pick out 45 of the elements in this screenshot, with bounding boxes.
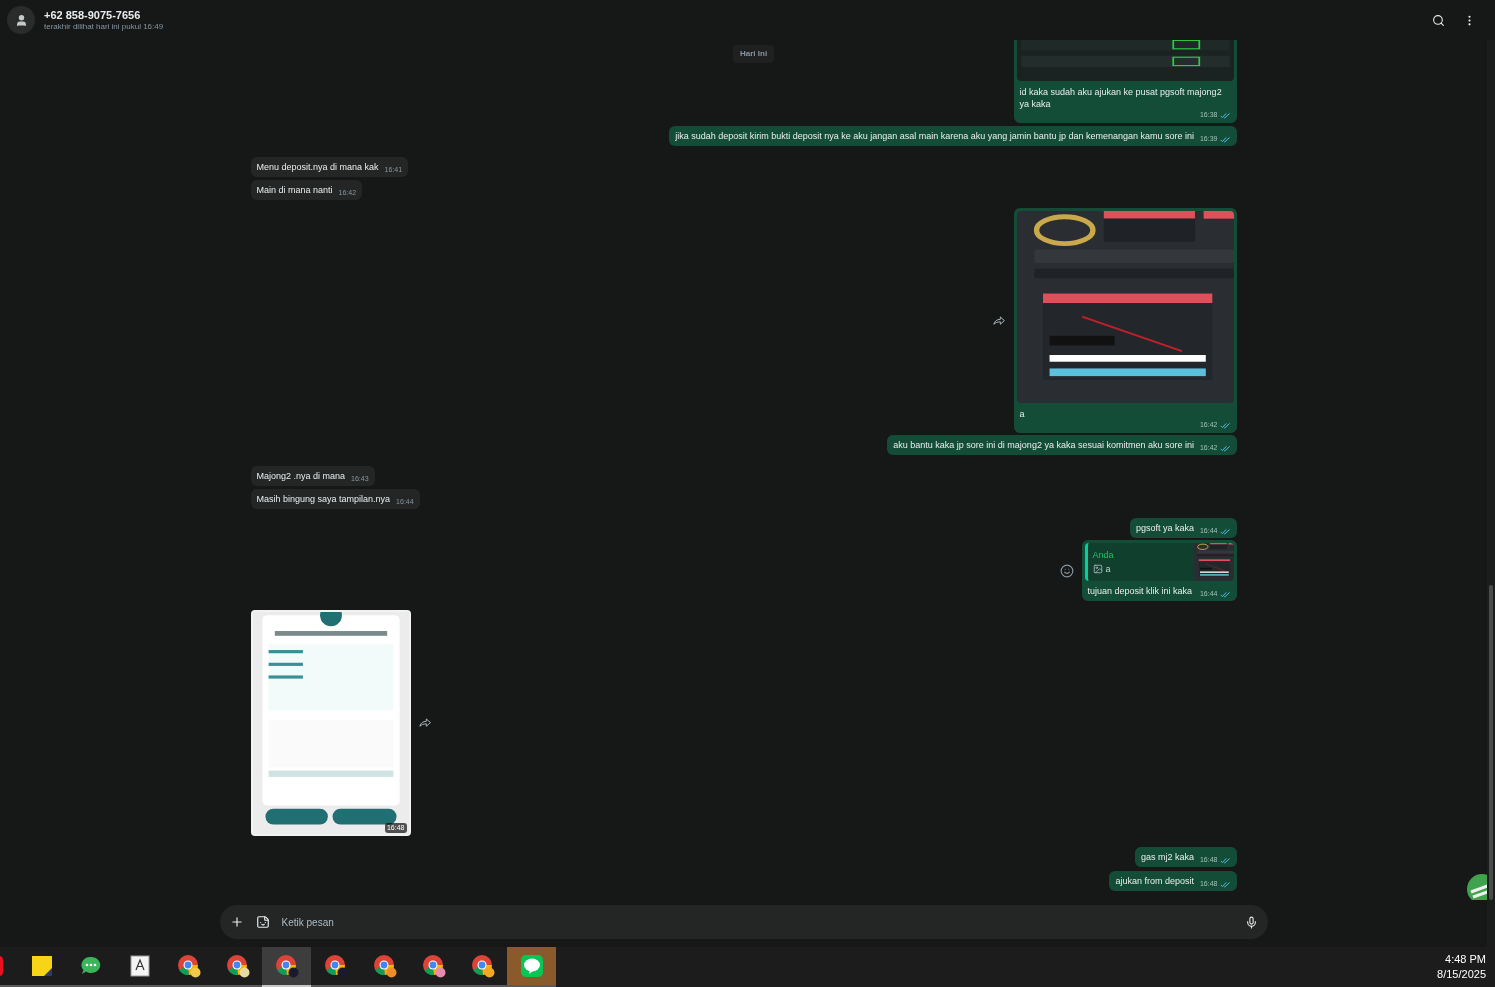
message-input[interactable]: Ketik pesan bbox=[281, 914, 1233, 930]
sticky-note-icon bbox=[30, 955, 53, 977]
photo-icon bbox=[1092, 564, 1103, 574]
search-icon[interactable] bbox=[1432, 13, 1445, 27]
last-seen-status: terakhir dilihat hari ini pukul 16:49 bbox=[44, 22, 164, 32]
microphone-icon[interactable] bbox=[1244, 915, 1258, 929]
message-text: Masih bingung saya tampilan.nya bbox=[256, 493, 391, 505]
message-text: gas mj2 kaka bbox=[1140, 851, 1194, 863]
quoted-message[interactable]: Anda a bbox=[1084, 543, 1234, 581]
clock-date[interactable]: 8/15/2025 bbox=[1437, 967, 1486, 982]
add-icon[interactable] bbox=[229, 915, 244, 929]
browser-icon bbox=[323, 954, 348, 978]
message-text: ajukan from deposit bbox=[1115, 875, 1194, 887]
message-text: Majong2 .nya di mana bbox=[256, 470, 346, 482]
scrollbar[interactable] bbox=[1487, 40, 1495, 947]
quote-text: a bbox=[1105, 563, 1111, 575]
browser-icon bbox=[225, 954, 250, 978]
forward-icon[interactable] bbox=[992, 315, 1006, 326]
person-icon bbox=[14, 13, 28, 27]
message-text: jika sudah deposit kirim bukti deposit nya ke aku jangan asal main karena aku yang jamin bantu jp dan kemenangan kamu sore ini bbox=[675, 130, 1194, 142]
sticker-icon[interactable] bbox=[255, 915, 270, 929]
message-text: pgsoft ya kaka bbox=[1135, 522, 1194, 534]
contact-name[interactable]: +62 858-9075-7656 bbox=[44, 8, 164, 22]
message-text: id kaka sudah aku ajukan ke pusat pgsoft majong2 ya kaka bbox=[1019, 86, 1223, 110]
browser-icon bbox=[274, 954, 299, 978]
browser-icon bbox=[372, 954, 397, 978]
contact-avatar[interactable] bbox=[7, 6, 35, 34]
message-text: Main di mana nanti bbox=[256, 184, 333, 196]
date-chip: Hari Ini bbox=[733, 45, 775, 63]
message-text: a bbox=[1019, 408, 1026, 420]
taskbar-app[interactable] bbox=[507, 947, 556, 987]
forward-icon[interactable] bbox=[418, 718, 432, 728]
message-text: tujuan deposit klik ini kaka bbox=[1087, 585, 1193, 597]
message-text: aku bantu kaka jp sore ini di majong2 ya kaka sesuai komitmen aku sore ini bbox=[893, 439, 1194, 451]
browser-icon bbox=[176, 954, 201, 978]
browser-icon bbox=[470, 954, 495, 978]
emoji-icon[interactable] bbox=[1059, 563, 1074, 578]
message-field[interactable]: Ketik pesan bbox=[219, 905, 1268, 939]
browser-icon bbox=[421, 954, 446, 978]
message-text: Menu deposit.nya di mana kak bbox=[256, 161, 379, 173]
quote-author: Anda bbox=[1092, 549, 1115, 561]
messenger-icon bbox=[519, 954, 544, 978]
document-icon bbox=[128, 955, 151, 977]
chat-bubble-icon bbox=[79, 955, 102, 977]
clock-time[interactable]: 4:48 PM bbox=[1445, 952, 1486, 967]
